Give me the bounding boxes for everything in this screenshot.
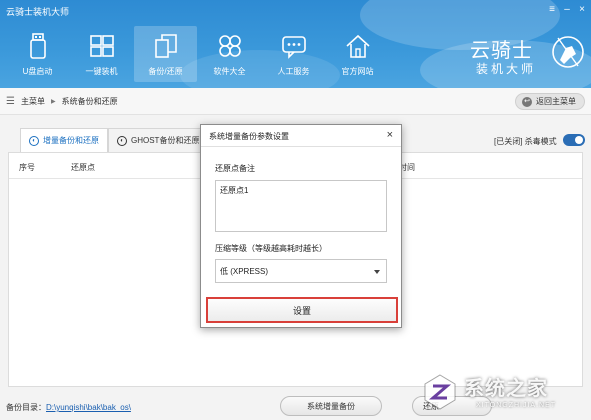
settings-confirm-label: 设置 (292, 305, 311, 316)
antivirus-status-value: [已关闭] (494, 137, 523, 146)
watermark-text: 系统之家 (464, 378, 548, 400)
nav-one-click-install[interactable]: 一键装机 (70, 26, 133, 82)
logo-text-main: 云骑士 (470, 38, 533, 62)
breadcrumb: ☰ 主菜单 ▶ 系统备份和还原 ↩ 返回主菜单 (0, 88, 591, 115)
backup-directory: 备份目录：D:\yunqishi\bak\bak_os\ (6, 402, 131, 413)
apps-grid-icon (218, 35, 241, 57)
nav-software[interactable]: 软件大全 (198, 26, 261, 82)
back-button-label: 返回主菜单 (536, 97, 576, 106)
usb-drive-icon (29, 33, 46, 59)
restore-note-label: 还原点备注 (215, 164, 255, 173)
home-icon (345, 34, 370, 58)
breadcrumb-root[interactable]: 主菜单 (21, 96, 45, 107)
column-header-index: 序号 (19, 163, 35, 172)
restore-note-input[interactable]: 还原点1 (215, 180, 387, 232)
nav-usb-boot[interactable]: U盘启动 (6, 26, 69, 82)
dialog-header: 系统增量备份参数设置 × (201, 125, 401, 147)
backup-restore-icon (154, 34, 177, 58)
nav-label: U盘启动 (22, 67, 53, 76)
dialog-title: 系统增量备份参数设置 (209, 132, 289, 141)
watermark-subtext: XITONGZHIJIA.NET (476, 402, 557, 409)
tab-ghost-backup[interactable]: ◐ GHOST备份和还原 (108, 128, 209, 152)
nav-backup-restore[interactable]: 备份/还原 (134, 26, 197, 82)
backup-directory-label: 备份目录： (6, 403, 46, 412)
app-header: 云骑士装机大师 ≡ – × U盘启动 一键装机 备份/还原 软件大全 人工服务 … (0, 0, 591, 88)
nav-label: 人工服务 (277, 67, 310, 76)
settings-confirm-button[interactable]: 设置 (206, 297, 398, 323)
minimize-button[interactable]: – (560, 4, 574, 15)
chevron-down-icon (374, 270, 380, 274)
breadcrumb-current: 系统备份和还原 (61, 96, 118, 106)
app-title: 云骑士装机大师 (6, 7, 70, 17)
nav-label: 一键装机 (85, 67, 118, 76)
nav-label: 备份/还原 (148, 67, 183, 76)
nav-label: 软件大全 (213, 67, 246, 76)
ghost-backup-icon: ◐ (117, 135, 127, 146)
antivirus-mode-toggle[interactable] (563, 134, 585, 146)
nav-official-site[interactable]: 官方网站 (326, 26, 389, 82)
incremental-backup-button[interactable]: 系统增量备份 (280, 396, 382, 416)
logo-text-sub: 装机大师 (476, 62, 537, 76)
knight-icon (552, 36, 584, 68)
incremental-backup-label: 系统增量备份 (307, 401, 355, 411)
antivirus-label: 杀毒模式 (524, 137, 557, 146)
tab-incremental-backup[interactable]: ◐ 增量备份和还原 (20, 128, 108, 152)
tab-bar: ◐ 增量备份和还原 ◐ GHOST备份和还原 (20, 128, 209, 152)
dialog-close-icon[interactable]: × (387, 129, 393, 141)
site-watermark: 系统之家 XITONGZHIJIA.NET (420, 368, 590, 418)
watermark-logo-icon (424, 374, 456, 410)
compression-level-label: 压缩等级（等级越高耗时越长） (215, 244, 327, 253)
compression-level-value: 低 (XPRESS) (220, 266, 269, 276)
chat-bubble-icon (281, 36, 306, 59)
menu-icon[interactable]: ≡ (545, 4, 559, 15)
compression-level-select[interactable]: 低 (XPRESS) (215, 259, 387, 283)
backup-directory-link[interactable]: D:\yunqishi\bak\bak_os\ (46, 403, 131, 412)
back-arrow-icon: ↩ (522, 96, 532, 107)
main-nav: U盘启动 一键装机 备份/还原 软件大全 人工服务 官方网站 (6, 26, 390, 82)
tab-label: GHOST备份和还原 (131, 136, 200, 145)
antivirus-mode-status: [已关闭] 杀毒模式 (494, 136, 557, 147)
breadcrumb-separator-icon: ▶ (50, 98, 56, 105)
back-to-main-button[interactable]: ↩ 返回主菜单 (515, 93, 585, 110)
tab-label: 增量备份和还原 (43, 136, 99, 145)
nav-manual-service[interactable]: 人工服务 (262, 26, 325, 82)
incremental-backup-icon: ◐ (29, 135, 39, 146)
column-header-restore-point: 还原点 (71, 163, 95, 172)
list-menu-icon: ☰ (6, 95, 15, 107)
close-button[interactable]: × (575, 4, 589, 15)
nav-label: 官方网站 (341, 67, 374, 76)
brand-logo: 云骑士 装机大师 (470, 30, 588, 82)
incremental-backup-settings-dialog: 系统增量备份参数设置 × 还原点备注 还原点1 压缩等级（等级越高耗时越长） 低… (200, 124, 402, 328)
windows-grid-icon (89, 35, 114, 57)
